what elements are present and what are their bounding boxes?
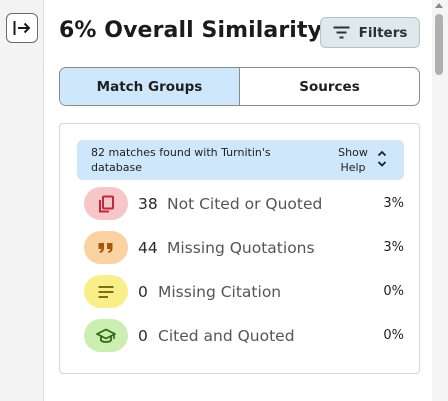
quote-icon — [98, 242, 113, 253]
group-label: Missing Quotations — [167, 239, 315, 257]
lines-icon — [98, 285, 114, 298]
match-groups-panel: 82 matches found with Turnitin's databas… — [59, 123, 420, 374]
matches-summary: 82 matches found with Turnitin's databas… — [91, 146, 271, 174]
info-banner: 82 matches found with Turnitin's databas… — [77, 140, 404, 180]
show-help-button[interactable]: Show Help — [333, 145, 373, 175]
group-row-missing-citation[interactable]: 0 Missing Citation 0% — [84, 275, 404, 309]
group-count: 44 — [138, 239, 158, 257]
group-count: 0 — [138, 283, 148, 301]
group-badge — [84, 319, 128, 352]
group-badge — [84, 275, 128, 308]
page-title: 6% Overall Similarity — [59, 18, 322, 43]
group-count: 38 — [138, 195, 158, 213]
expand-collapse-icon[interactable] — [377, 149, 387, 169]
group-percent: 3% — [383, 240, 404, 255]
group-label: Cited and Quoted — [158, 327, 295, 345]
arrow-to-right-icon — [13, 21, 31, 35]
filters-label: Filters — [358, 24, 408, 41]
group-percent: 0% — [383, 328, 404, 343]
group-badge — [84, 231, 128, 264]
group-row-cited-and-quoted[interactable]: 0 Cited and Quoted 0% — [84, 319, 404, 353]
group-row-missing-quotations[interactable]: 44 Missing Quotations 3% — [84, 231, 404, 265]
collapse-panel-button[interactable] — [6, 13, 38, 43]
graduation-cap-icon — [96, 328, 116, 343]
group-count: 0 — [138, 327, 148, 345]
filters-button[interactable]: Filters — [320, 17, 420, 48]
group-label: Not Cited or Quoted — [167, 195, 323, 213]
side-rail — [0, 0, 44, 401]
group-percent: 0% — [383, 284, 404, 299]
group-row-not-cited[interactable]: 38 Not Cited or Quoted 3% — [84, 187, 404, 221]
tab-match-groups[interactable]: Match Groups — [60, 68, 240, 105]
view-tabs: Match Groups Sources — [59, 67, 420, 106]
scrollbar-thumb[interactable] — [435, 14, 443, 75]
scroll-up-arrow[interactable] — [435, 3, 443, 8]
tab-sources[interactable]: Sources — [240, 68, 419, 105]
filter-icon — [333, 26, 350, 39]
group-badge — [84, 187, 128, 220]
group-label: Missing Citation — [158, 283, 282, 301]
group-percent: 3% — [383, 196, 404, 211]
copy-icon — [99, 195, 114, 212]
